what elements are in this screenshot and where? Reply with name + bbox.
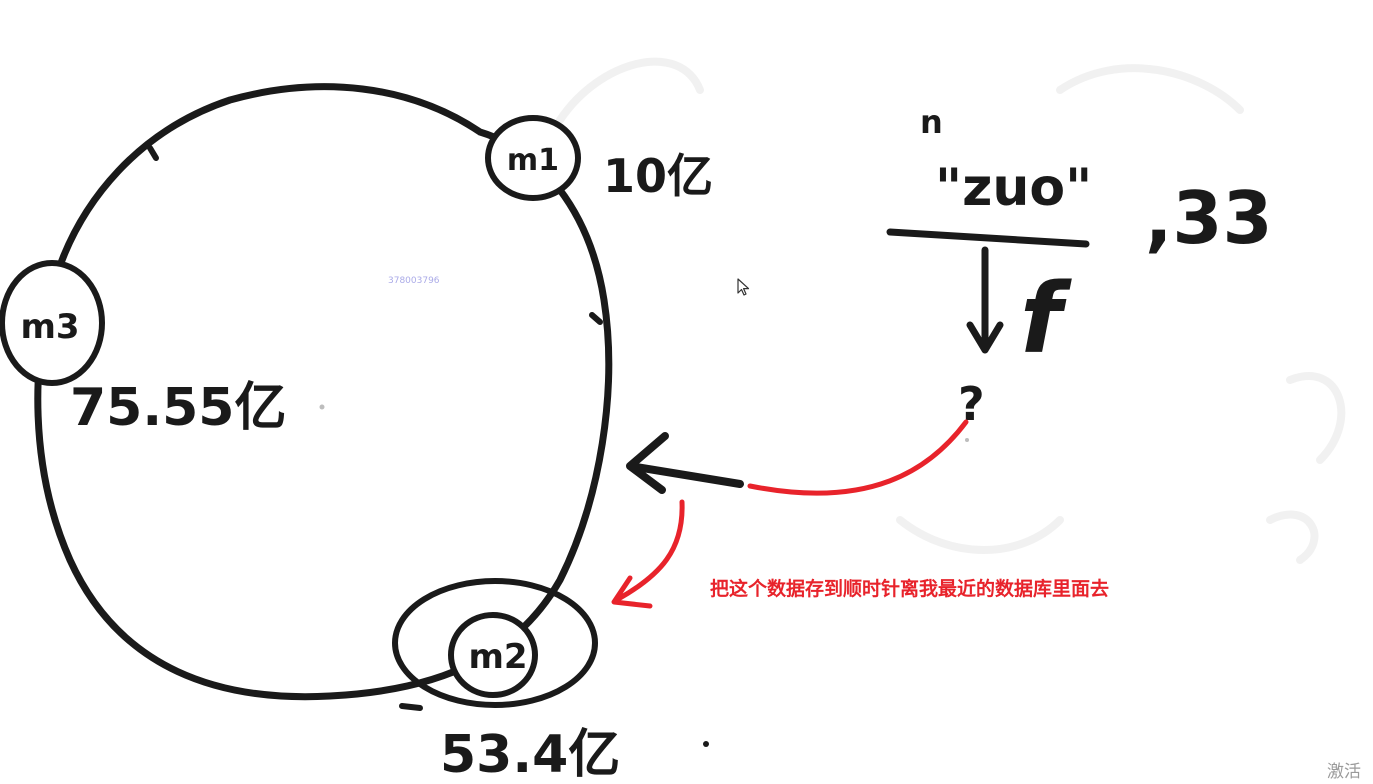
key-arrow-to-ring — [626, 432, 744, 494]
formula-exponent: n — [920, 103, 943, 141]
node-m3-position: 75.55亿 — [70, 378, 286, 438]
whiteboard-canvas: m1 10亿 m3 75.55亿 m2 53.4亿 n "zuo" ,33 f … — [0, 57, 1346, 784]
formula-hash-fn: f — [1020, 263, 1072, 375]
ink-dot — [703, 741, 709, 747]
node-m1: m1 — [485, 115, 581, 201]
hash-down-arrow — [966, 246, 1004, 354]
node-m2-label: m2 — [468, 637, 527, 677]
node-m3-label: m3 — [20, 307, 79, 347]
node-m1-position: 10亿 — [603, 149, 713, 203]
activate-label: 激活 — [1327, 762, 1361, 782]
key-hash-formula: n "zuo" ,33 f ? — [886, 103, 1273, 431]
watermark-id: 378003796 — [388, 276, 440, 286]
ink-dot — [319, 404, 325, 410]
annotation-text: 把这个数据存到顺时针离我最近的数据库里面去 — [710, 578, 1110, 600]
mouse-cursor-icon — [737, 278, 750, 296]
formula-key: "zuo" — [935, 158, 1092, 218]
ink-dot — [965, 438, 969, 442]
m2-tick — [399, 703, 423, 711]
node-m2: m2 — [392, 578, 598, 708]
formula-result: ? — [958, 377, 985, 431]
red-curve — [747, 419, 969, 496]
ghost-strokes — [556, 57, 1346, 564]
node-m1-label: m1 — [507, 143, 559, 178]
ring-tick — [147, 145, 159, 161]
node-m2-position: 53.4亿 — [440, 725, 620, 784]
ring-tick — [589, 312, 603, 325]
formula-fraction-bar — [886, 228, 1090, 248]
clockwise-red-arrow — [611, 499, 685, 609]
node-m3: m3 — [0, 260, 105, 386]
formula-suffix: ,33 — [1145, 176, 1273, 260]
